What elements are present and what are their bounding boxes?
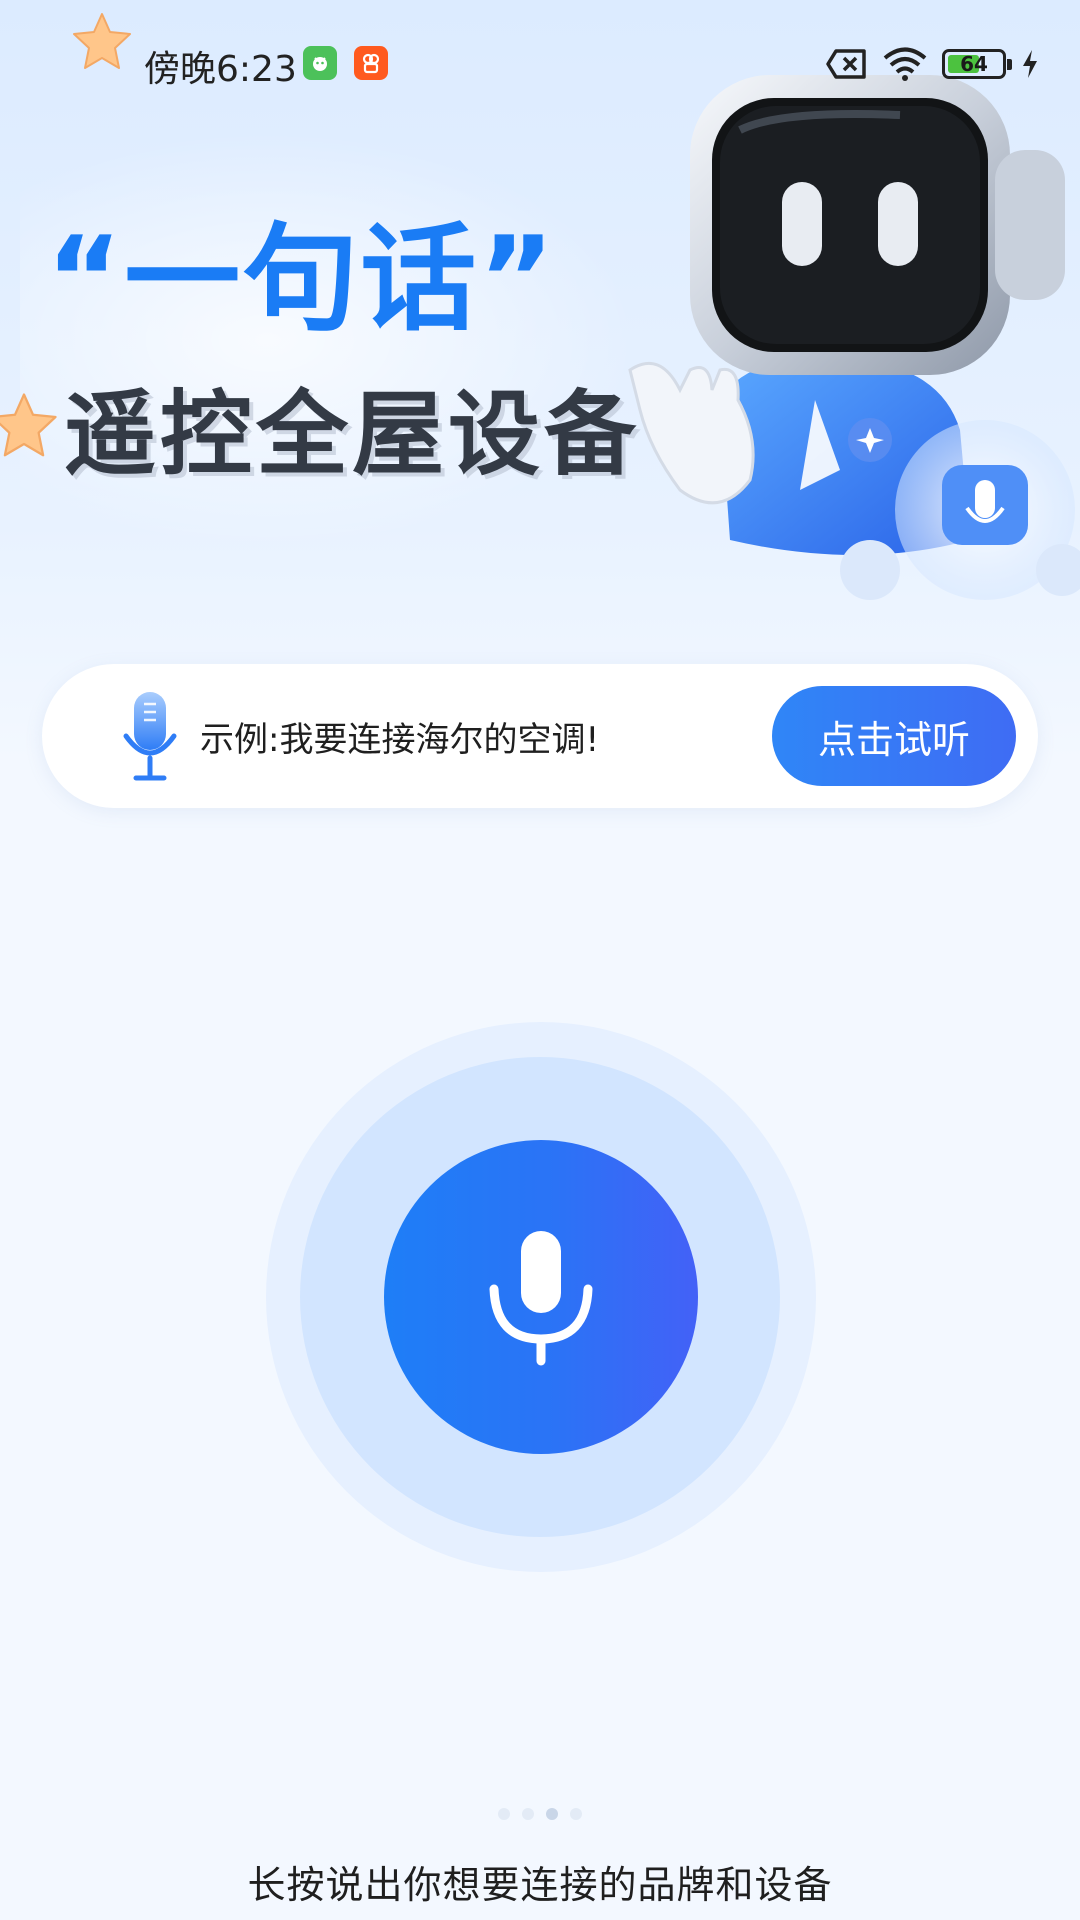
microphone-icon <box>123 692 177 781</box>
battery-level: 64 <box>960 52 988 76</box>
pager-dot <box>498 1808 510 1820</box>
pager-dot <box>546 1808 558 1820</box>
pager-indicator <box>498 1808 582 1820</box>
pager-dot <box>522 1808 534 1820</box>
app-notification-icon <box>303 46 337 80</box>
pager-dot <box>570 1808 582 1820</box>
robot-mascot-illustration <box>628 75 1080 600</box>
microphone-icon <box>489 1231 593 1366</box>
hero-title: “一句话” <box>46 212 557 347</box>
sim-off-icon <box>826 49 866 79</box>
wifi-icon <box>883 47 927 81</box>
status-bar: 傍晚6:23 64 <box>0 0 1080 120</box>
voice-record-button[interactable] <box>384 1140 698 1454</box>
status-time: 傍晚6:23 <box>144 49 297 90</box>
hero-subtitle: 遥控全屋设备 <box>64 381 641 488</box>
app-notification-icon <box>354 46 388 80</box>
star-decoration-icon <box>0 393 57 457</box>
listen-button[interactable]: 点击试听 <box>772 686 1016 786</box>
screen: “一句话” 遥控全屋设备 傍晚6:23 64 示例:我要连接海尔的空调! 点击试… <box>0 0 1080 1920</box>
battery-icon: 64 <box>942 49 1012 79</box>
status-icons: 64 <box>826 44 1040 84</box>
charging-icon <box>1023 50 1037 78</box>
voice-hint-text: 长按说出你想要连接的品牌和设备 <box>247 1863 833 1907</box>
example-card: 示例:我要连接海尔的空调! 点击试听 <box>42 664 1038 808</box>
example-text: 示例:我要连接海尔的空调! <box>200 720 600 760</box>
